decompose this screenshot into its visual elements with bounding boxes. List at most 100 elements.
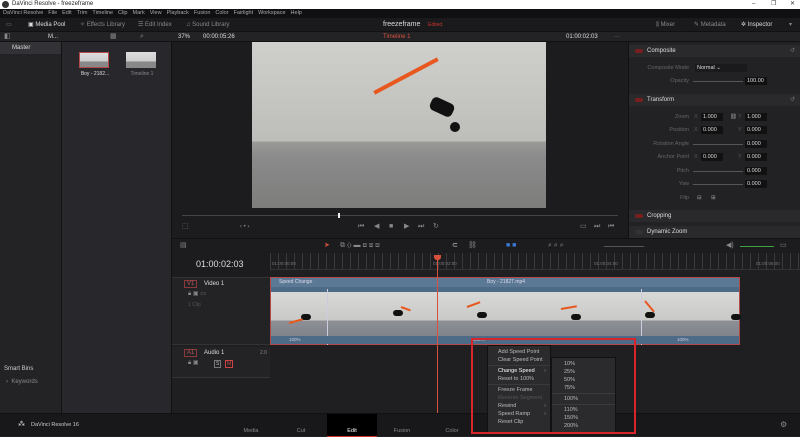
zoom-x-field[interactable]: 1.000 [701, 113, 723, 121]
trim-tool-icon[interactable]: ⧉ ⟨⟩ ▬ ⧈ ⧈ ⧈ [340, 242, 380, 250]
reset-icon[interactable]: ↺ [790, 45, 795, 57]
match-frame-icon[interactable]: ▭ [580, 223, 587, 231]
timeline-ruler[interactable]: 01:00:00:00 01:00:02:00 01:00:04:00 01:0… [270, 253, 800, 270]
yaw-slider[interactable] [693, 184, 743, 185]
opacity-slider[interactable] [693, 81, 743, 82]
prev-edit-icon[interactable]: ⏮ [608, 223, 614, 231]
transform-section[interactable]: Transform↺ [629, 94, 800, 106]
close-button[interactable]: ✕ [790, 0, 795, 9]
lock-icon[interactable]: 🔒︎ ▣ ▭ [188, 290, 206, 298]
menu-trim[interactable]: Trim [77, 10, 88, 16]
monitor-icon[interactable]: ▭ [6, 21, 12, 29]
media-pool-button[interactable]: ▣ Media Pool [28, 21, 65, 29]
volume-icon[interactable]: ◀) [726, 242, 734, 250]
menu-help[interactable]: Help [291, 10, 302, 16]
position-x-field[interactable]: 0.000 [701, 126, 723, 134]
settings-gear-icon[interactable]: ⚙ [780, 420, 787, 429]
mute-button[interactable]: M [225, 360, 233, 368]
mixer-button[interactable]: ⫼ Mixer [656, 21, 675, 29]
selection-tool-icon[interactable]: ➤ [324, 242, 330, 250]
menu-view[interactable]: View [150, 10, 162, 16]
menu-file[interactable]: File [48, 10, 57, 16]
volume-slider[interactable] [740, 246, 774, 247]
more-options-icon[interactable]: ··· [614, 32, 620, 42]
opacity-field[interactable]: 100.00 [745, 77, 767, 85]
speed-label[interactable]: 100% [677, 336, 689, 344]
toggle-icon[interactable] [635, 214, 643, 218]
next-edit-icon[interactable]: ⏭ [594, 223, 600, 231]
toggle-icon[interactable] [635, 98, 643, 102]
loop-icon[interactable]: ↻ [433, 223, 439, 231]
scrubber-bar[interactable] [182, 215, 618, 216]
timeline-selector[interactable]: Timeline 1 [383, 32, 410, 42]
dynamic-zoom-section[interactable]: Dynamic Zoom [629, 226, 800, 238]
track-id[interactable]: V1 [184, 280, 197, 288]
zoom-y-field[interactable]: 1.000 [745, 113, 767, 121]
solo-button[interactable]: S [214, 360, 221, 368]
meter-icon[interactable]: ▭ [780, 242, 787, 250]
position-y-field[interactable]: 0.000 [745, 126, 767, 134]
anchor-x-field[interactable]: 0.000 [701, 153, 723, 161]
stop-icon[interactable]: ■ [389, 223, 393, 231]
page-fusion[interactable]: Fusion [377, 414, 427, 437]
menu-mark[interactable]: Mark [133, 10, 145, 16]
pitch-slider[interactable] [693, 171, 743, 172]
menu-timeline[interactable]: Timeline [92, 10, 113, 16]
skip-end-icon[interactable]: ⏭ [418, 223, 424, 231]
grid-view-icon[interactable]: ▦ [110, 33, 117, 41]
menu-fusion[interactable]: Fusion [194, 10, 211, 16]
menu-clip[interactable]: Clip [118, 10, 127, 16]
sound-library-button[interactable]: ♫ Sound Library [186, 21, 230, 29]
scrubber-handle[interactable] [338, 213, 340, 218]
zoom-level[interactable]: 37% [178, 32, 190, 42]
view-options-icon[interactable]: ⬚ [182, 223, 189, 231]
rotation-slider[interactable] [693, 144, 743, 145]
menu-davinci[interactable]: DaVinci Resolve [3, 10, 43, 16]
page-edit[interactable]: Edit [327, 414, 377, 437]
rotation-field[interactable]: 0.000 [745, 140, 767, 148]
anchor-y-field[interactable]: 0.000 [745, 153, 767, 161]
zoom-icons[interactable]: ⌕ ⌕ ⌕ [548, 242, 564, 250]
snapping-icon[interactable]: ⊂ [452, 242, 458, 250]
speed-label[interactable]: 100% [289, 336, 301, 344]
menu-color[interactable]: Color [215, 10, 228, 16]
timeline-view-icon[interactable]: ▤ [180, 242, 187, 250]
track-id[interactable]: A1 [184, 349, 197, 357]
inspector-button[interactable]: ✲ Inspector [741, 21, 772, 29]
flag-icon[interactable]: ■ ■ [506, 242, 516, 250]
playhead[interactable] [437, 255, 438, 413]
composite-mode-select[interactable]: Normal ⌄ [695, 64, 747, 72]
restore-button[interactable]: ❐ [771, 0, 776, 9]
page-color[interactable]: Color [427, 414, 477, 437]
bin-selector[interactable]: M... [48, 32, 58, 42]
play-icon[interactable]: ▶ [404, 223, 409, 231]
lock-icon[interactable]: 🔒︎ ▣ [188, 359, 199, 367]
page-cut[interactable]: Cut [276, 414, 326, 437]
pitch-field[interactable]: 0.000 [745, 167, 767, 175]
effects-library-button[interactable]: ✧ Effects Library [80, 21, 125, 29]
jog-icon[interactable]: ‹ • › [240, 223, 249, 231]
play-reverse-icon[interactable]: ◀ [374, 223, 379, 231]
link-icon[interactable]: ⛓ [730, 112, 737, 122]
reset-icon[interactable]: ↺ [790, 94, 795, 106]
menu-workspace[interactable]: Workspace [258, 10, 285, 16]
metadata-button[interactable]: ✎ Metadata [694, 21, 726, 29]
zoom-slider[interactable] [604, 246, 644, 247]
page-media[interactable]: Media [226, 414, 276, 437]
smart-bin-keywords[interactable]: › Keywords [6, 379, 38, 385]
menu-playback[interactable]: Playback [167, 10, 189, 16]
composite-section[interactable]: Composite↺ [629, 45, 800, 57]
cropping-section[interactable]: Cropping [629, 210, 800, 222]
flip-vertical-icon[interactable]: ⊞ [711, 193, 716, 203]
menu-fairlight[interactable]: Fairlight [234, 10, 254, 16]
toggle-icon[interactable] [635, 230, 643, 234]
skip-start-icon[interactable]: ⏮ [358, 223, 364, 231]
link-icon[interactable]: ⛓ [468, 242, 477, 250]
panel-toggle-icon[interactable]: ◧ [4, 33, 11, 41]
bin-master[interactable]: Master [0, 42, 61, 54]
timeline-thumbnail[interactable] [126, 52, 156, 68]
minimize-button[interactable]: – [752, 0, 755, 9]
toggle-icon[interactable] [635, 49, 643, 53]
video-clip[interactable]: Speed ChangeBoy - 21827.mp4 100% 100% 10… [270, 277, 740, 345]
flip-horizontal-icon[interactable]: ⊟ [697, 193, 702, 203]
